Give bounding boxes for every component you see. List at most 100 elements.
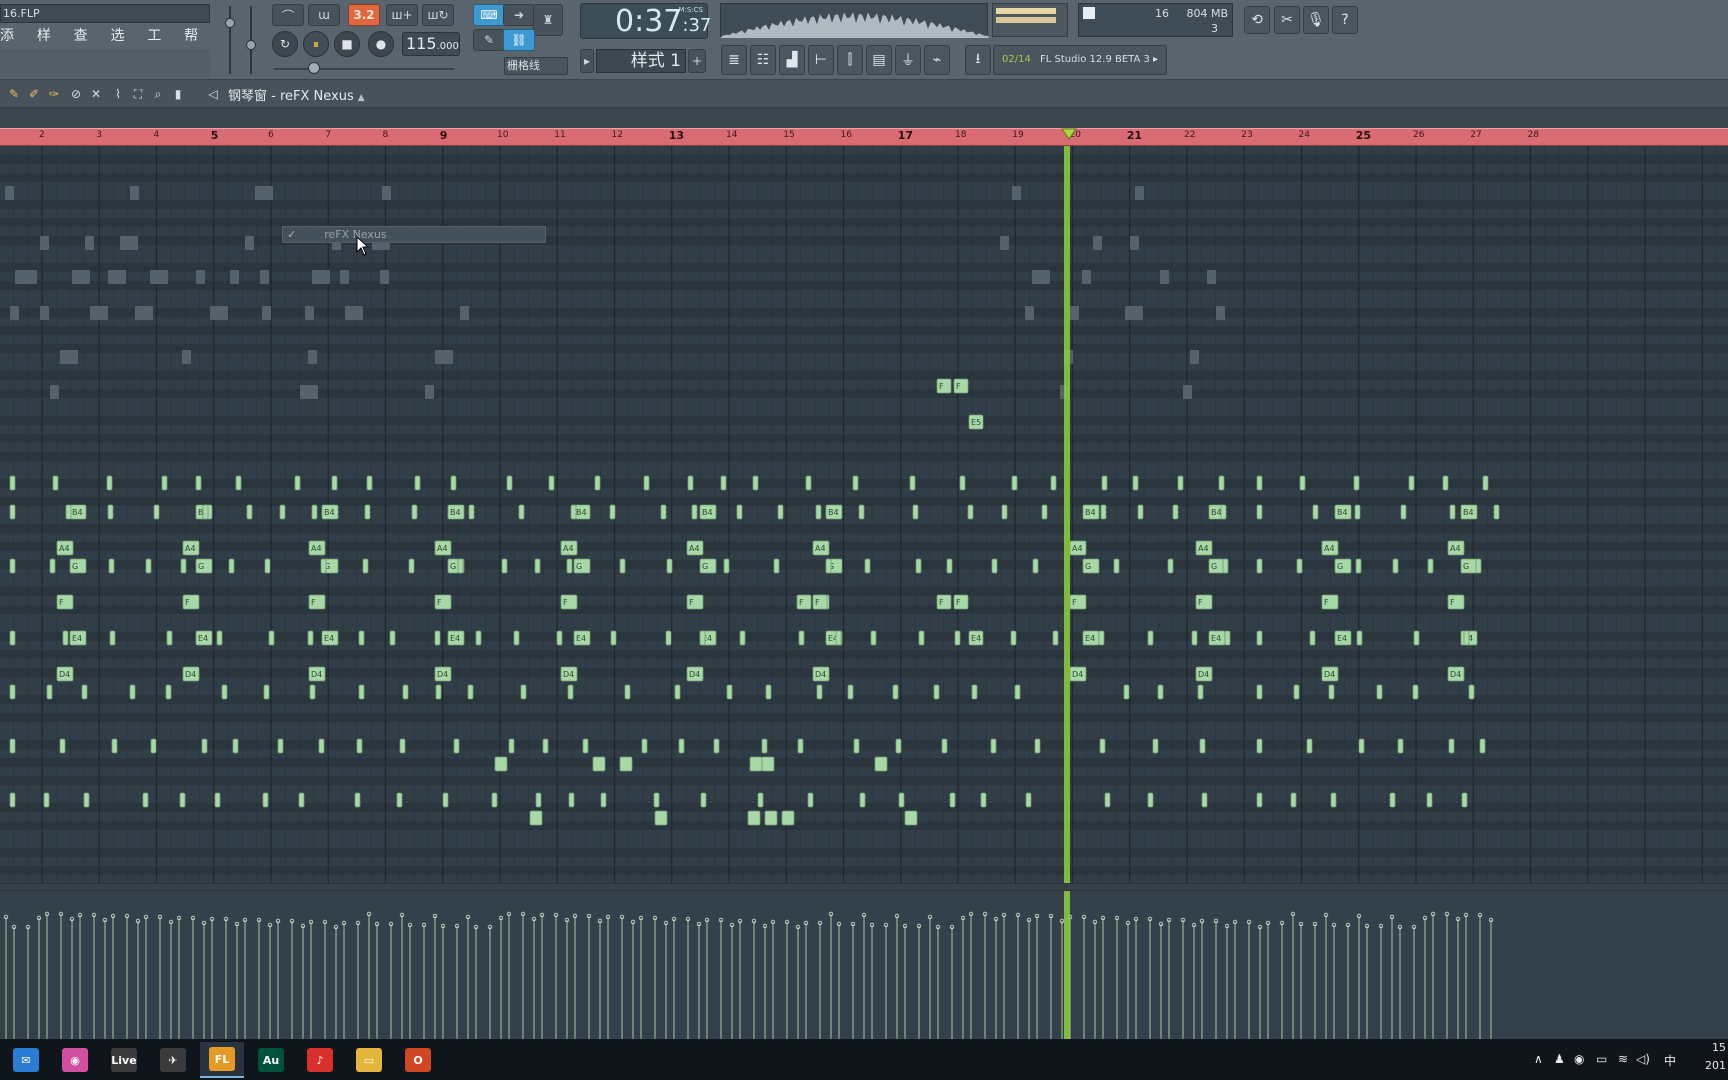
midi-note[interactable] bbox=[653, 792, 660, 808]
midi-note[interactable] bbox=[501, 558, 508, 574]
midi-note[interactable] bbox=[264, 558, 271, 574]
midi-note[interactable] bbox=[971, 684, 978, 700]
midi-note[interactable] bbox=[46, 684, 53, 700]
midi-note[interactable] bbox=[216, 630, 223, 646]
midi-note[interactable] bbox=[764, 810, 778, 826]
midi-note[interactable] bbox=[807, 792, 814, 808]
midi-note[interactable] bbox=[1113, 558, 1120, 574]
wifi-icon[interactable]: ≋ bbox=[1618, 1052, 1628, 1066]
midi-note[interactable] bbox=[1461, 792, 1468, 808]
mixer-hat-button[interactable]: ♜ bbox=[533, 4, 563, 36]
brush-tool-icon[interactable]: ✑ bbox=[46, 86, 62, 102]
midi-note[interactable] bbox=[548, 475, 555, 491]
menu-add[interactable]: 添加 bbox=[0, 25, 26, 66]
midi-note[interactable] bbox=[542, 738, 549, 754]
midi-note[interactable] bbox=[1001, 504, 1008, 520]
midi-note[interactable] bbox=[166, 630, 173, 646]
midi-note[interactable] bbox=[145, 558, 152, 574]
menu-help[interactable]: 帮助 bbox=[184, 25, 210, 66]
ime-indicator[interactable]: 中 bbox=[1664, 1052, 1676, 1069]
midi-note[interactable] bbox=[232, 738, 239, 754]
playback-tool-icon[interactable]: ▮ bbox=[170, 86, 186, 102]
midi-note[interactable] bbox=[354, 792, 361, 808]
midi-note[interactable] bbox=[129, 684, 136, 700]
midi-note[interactable] bbox=[726, 684, 733, 700]
midi-note[interactable] bbox=[773, 558, 780, 574]
midi-note[interactable] bbox=[1256, 630, 1263, 646]
midi-note[interactable] bbox=[991, 558, 998, 574]
midi-note[interactable] bbox=[364, 504, 371, 520]
midi-note[interactable] bbox=[1328, 684, 1335, 700]
netease-tray-icon[interactable]: ◉ bbox=[1574, 1052, 1584, 1066]
midi-note[interactable] bbox=[1442, 475, 1449, 491]
midi-note[interactable] bbox=[1177, 475, 1184, 491]
snap-selector[interactable]: 栅格线 bbox=[504, 57, 568, 75]
midi-note[interactable] bbox=[654, 810, 668, 826]
download-button[interactable]: ⭳ bbox=[965, 45, 991, 75]
midi-note[interactable] bbox=[358, 630, 365, 646]
midi-note[interactable] bbox=[720, 475, 727, 491]
pattern-song-toggle[interactable]: ↻ bbox=[272, 31, 298, 57]
midi-note[interactable] bbox=[761, 756, 775, 772]
flstudio-app[interactable]: FL bbox=[200, 1042, 244, 1078]
midi-note[interactable] bbox=[797, 738, 804, 754]
midi-note[interactable] bbox=[556, 630, 563, 646]
midi-note[interactable] bbox=[752, 475, 759, 491]
midi-note[interactable] bbox=[566, 558, 573, 574]
midi-note[interactable] bbox=[262, 792, 269, 808]
timeline-ruler[interactable]: 2 3 4 5 6 7 8 9 10 11 12 13 14 15 16 17 18 19 20 21 22 23 24 25… bbox=[0, 128, 1728, 146]
midi-note[interactable] bbox=[246, 504, 253, 520]
channel-menu-popup[interactable]: ✓ reFX Nexus bbox=[282, 226, 546, 243]
office-app[interactable]: O bbox=[396, 1042, 440, 1078]
midi-note[interactable] bbox=[954, 630, 961, 646]
midi-note[interactable] bbox=[389, 630, 396, 646]
midi-note[interactable] bbox=[9, 630, 16, 646]
midi-note[interactable] bbox=[915, 558, 922, 574]
midi-note[interactable] bbox=[1353, 475, 1360, 491]
midi-note[interactable] bbox=[294, 475, 301, 491]
midi-note[interactable] bbox=[494, 756, 508, 772]
zoom-tool-icon[interactable]: ⌕ bbox=[150, 86, 166, 102]
midi-note[interactable] bbox=[1191, 630, 1198, 646]
midi-note[interactable] bbox=[52, 475, 59, 491]
midi-note[interactable] bbox=[666, 558, 673, 574]
stop-button[interactable]: ■ bbox=[334, 31, 360, 57]
master-pitch-hslider[interactable] bbox=[274, 62, 454, 74]
midi-note[interactable] bbox=[870, 630, 877, 646]
midi-note[interactable] bbox=[1041, 504, 1048, 520]
midi-note[interactable] bbox=[1152, 738, 1159, 754]
menu-view[interactable]: 查看 bbox=[74, 25, 100, 66]
midi-note[interactable] bbox=[518, 504, 525, 520]
midi-note[interactable] bbox=[674, 684, 681, 700]
record-button[interactable]: ● bbox=[368, 31, 394, 57]
midi-note[interactable] bbox=[918, 630, 925, 646]
midi-note[interactable] bbox=[1376, 684, 1383, 700]
volume-icon[interactable]: ◁) bbox=[1636, 1052, 1650, 1066]
midi-note[interactable] bbox=[202, 504, 209, 520]
midi-note[interactable] bbox=[201, 738, 208, 754]
midi-note[interactable] bbox=[396, 792, 403, 808]
midi-note[interactable] bbox=[736, 504, 743, 520]
midi-note[interactable] bbox=[1475, 558, 1482, 574]
midi-note[interactable] bbox=[9, 504, 16, 520]
midi-note[interactable] bbox=[1493, 504, 1500, 520]
midi-note[interactable] bbox=[414, 475, 421, 491]
piano-roll-title[interactable]: 钢琴窗 - reFX Nexus ▲ bbox=[228, 85, 365, 104]
midi-note[interactable] bbox=[83, 792, 90, 808]
midi-note[interactable] bbox=[1172, 504, 1179, 520]
midi-note[interactable] bbox=[214, 792, 221, 808]
midi-note[interactable] bbox=[1427, 558, 1434, 574]
midi-note[interactable] bbox=[777, 504, 784, 520]
pane-splitter[interactable] bbox=[0, 883, 1728, 891]
midi-note[interactable] bbox=[1413, 630, 1420, 646]
midi-note[interactable] bbox=[108, 558, 115, 574]
midi-note[interactable] bbox=[534, 558, 541, 574]
midi-note[interactable] bbox=[678, 738, 685, 754]
midi-note[interactable] bbox=[660, 504, 667, 520]
midi-note[interactable] bbox=[641, 738, 648, 754]
midi-note[interactable] bbox=[912, 504, 919, 520]
piano-roll-button[interactable]: ▟ bbox=[779, 45, 805, 75]
midi-note[interactable] bbox=[309, 684, 316, 700]
midi-note[interactable] bbox=[1290, 792, 1297, 808]
midi-note[interactable] bbox=[967, 504, 974, 520]
